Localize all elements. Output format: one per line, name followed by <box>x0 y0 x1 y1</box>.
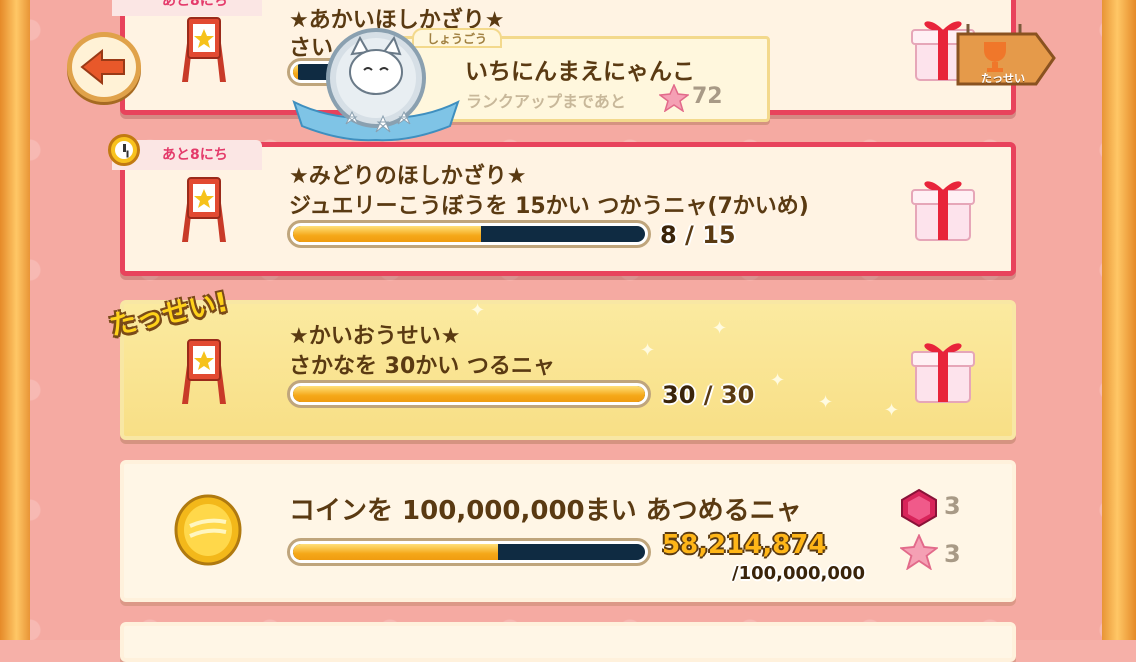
gift-icon[interactable] <box>910 334 976 404</box>
sparkle-icon: ✦ <box>770 370 786 391</box>
rank-up-label: ランクアップまであと <box>466 92 626 111</box>
progress-fill <box>293 386 645 402</box>
star-icon <box>659 84 689 112</box>
progress-fill <box>293 544 498 560</box>
progress-target: 15 <box>702 221 736 249</box>
sparkle-icon: ✦ <box>640 340 656 361</box>
progress-bar <box>287 220 651 248</box>
easel-icon <box>182 17 226 82</box>
gift-icon[interactable] <box>910 172 976 242</box>
sparkle-icon: ✦ <box>470 300 486 321</box>
progress-current: 58,214,874 <box>662 530 827 560</box>
arrow-left-icon <box>80 48 125 86</box>
progress-fill <box>293 226 481 242</box>
sparkle-icon: ✦ <box>818 392 834 413</box>
mission-title: ★かいおうせい★ <box>289 324 461 349</box>
mission-title: ★みどりのほしかざり★ <box>289 164 527 189</box>
easel-icon <box>182 177 226 242</box>
progress-target: 30 <box>720 381 755 409</box>
rank-remaining: 72 <box>692 84 723 109</box>
coin-icon <box>174 494 242 566</box>
timer-label: あと8にち <box>162 147 228 163</box>
gem-icon <box>901 488 937 528</box>
cat-medal-icon <box>292 28 460 142</box>
clock-icon <box>108 134 140 166</box>
progress-current: 8 <box>660 221 677 249</box>
mission-card-4[interactable] <box>120 460 1016 602</box>
mission-desc: コインを 100,000,000まい あつめるニャ <box>289 496 802 526</box>
reward-count: 3 <box>944 492 961 520</box>
back-button[interactable] <box>67 32 141 102</box>
progress-count: 30 / 30 <box>662 381 754 409</box>
mission-card-3[interactable] <box>120 300 1016 440</box>
progress-count: 8 / 15 <box>660 221 736 249</box>
sparkle-icon: ✦ <box>884 400 900 421</box>
easel-icon <box>182 339 226 404</box>
right-frame <box>1102 0 1136 640</box>
reward-count: 3 <box>944 540 961 568</box>
mission-desc: さかなを 30かい つるニャ <box>289 354 555 379</box>
progress-bar <box>287 380 651 408</box>
mission-desc: ジュエリーこうぼうを 15かい つかうニャ(7かいめ) <box>289 194 809 219</box>
achievement-label: たっせい <box>981 72 1025 85</box>
progress-bar <box>287 538 651 566</box>
left-frame <box>0 0 30 640</box>
progress-separator: / <box>676 221 703 249</box>
progress-target: /100,000,000 <box>732 563 865 584</box>
mission-card-5[interactable] <box>120 622 1016 662</box>
rank-name: いちにんまえにゃんこ <box>465 59 695 85</box>
star-icon <box>900 534 938 570</box>
timer-label: あと8にち <box>162 0 228 9</box>
progress-current: 30 <box>662 381 696 409</box>
sparkle-icon: ✦ <box>712 318 728 339</box>
progress-separator: / <box>695 381 721 409</box>
